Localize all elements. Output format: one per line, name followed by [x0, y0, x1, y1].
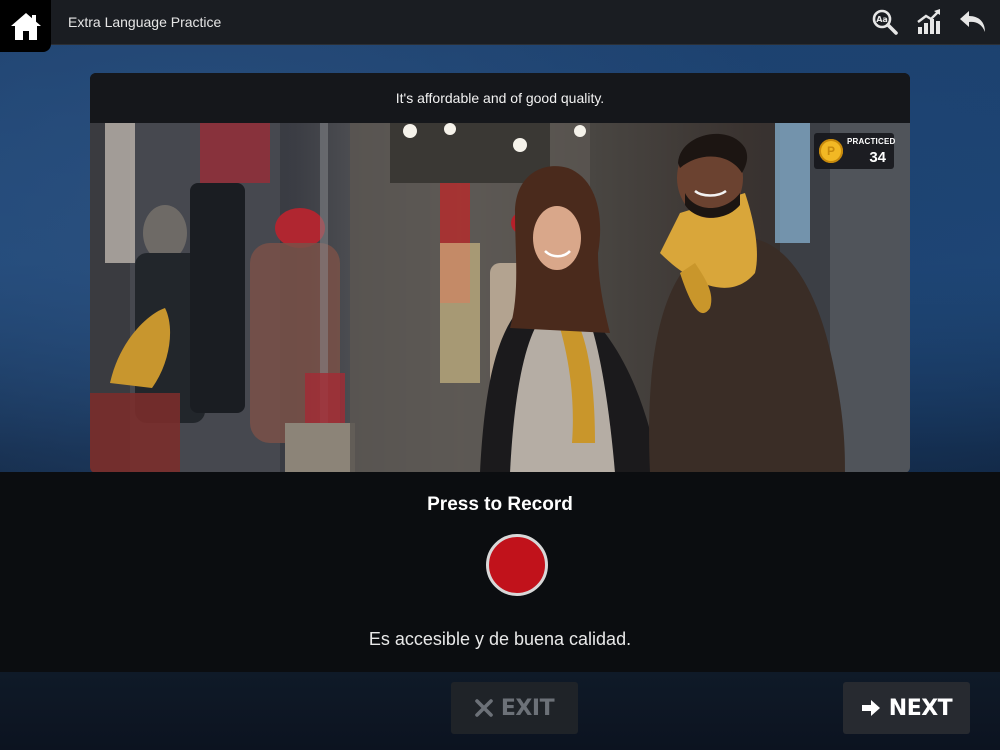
sentence-card: It's affordable and of good quality. P P… — [90, 73, 910, 473]
practiced-badge: P PRACTICED 34 — [814, 133, 896, 169]
close-icon — [475, 699, 493, 717]
record-prompt: Press to Record — [427, 494, 573, 515]
scene-photo — [90, 123, 910, 473]
app-title: Extra Language Practice — [68, 14, 222, 30]
next-button[interactable]: NEXT — [843, 682, 970, 734]
app-screen: Extra Language Practice Aa It's affordab… — [0, 0, 1000, 750]
progress-chart-icon[interactable] — [914, 6, 944, 38]
coin-icon: P — [819, 139, 843, 163]
practiced-count: 34 — [869, 149, 886, 166]
svg-text:Aa: Aa — [876, 15, 888, 24]
home-button[interactable] — [0, 0, 51, 52]
footer-bar: EXIT NEXT — [0, 672, 1000, 750]
record-panel: Press to Record Es accesible y de buena … — [0, 472, 1000, 672]
record-button[interactable] — [486, 534, 548, 596]
sentence-text: It's affordable and of good quality. — [90, 73, 910, 123]
top-toolbar: Aa — [870, 6, 988, 38]
undo-arrow-icon[interactable] — [958, 6, 988, 38]
home-icon — [10, 13, 41, 40]
translation-text: Es accesible y de buena calidad. — [368, 629, 632, 649]
exit-label: EXIT — [500, 695, 555, 721]
arrow-right-icon — [861, 699, 881, 717]
dictionary-search-icon[interactable]: Aa — [870, 6, 900, 38]
top-bar: Extra Language Practice Aa — [0, 0, 1000, 45]
exit-button[interactable]: EXIT — [451, 682, 578, 734]
next-label: NEXT — [888, 695, 953, 721]
practiced-label: PRACTICED — [847, 137, 896, 146]
